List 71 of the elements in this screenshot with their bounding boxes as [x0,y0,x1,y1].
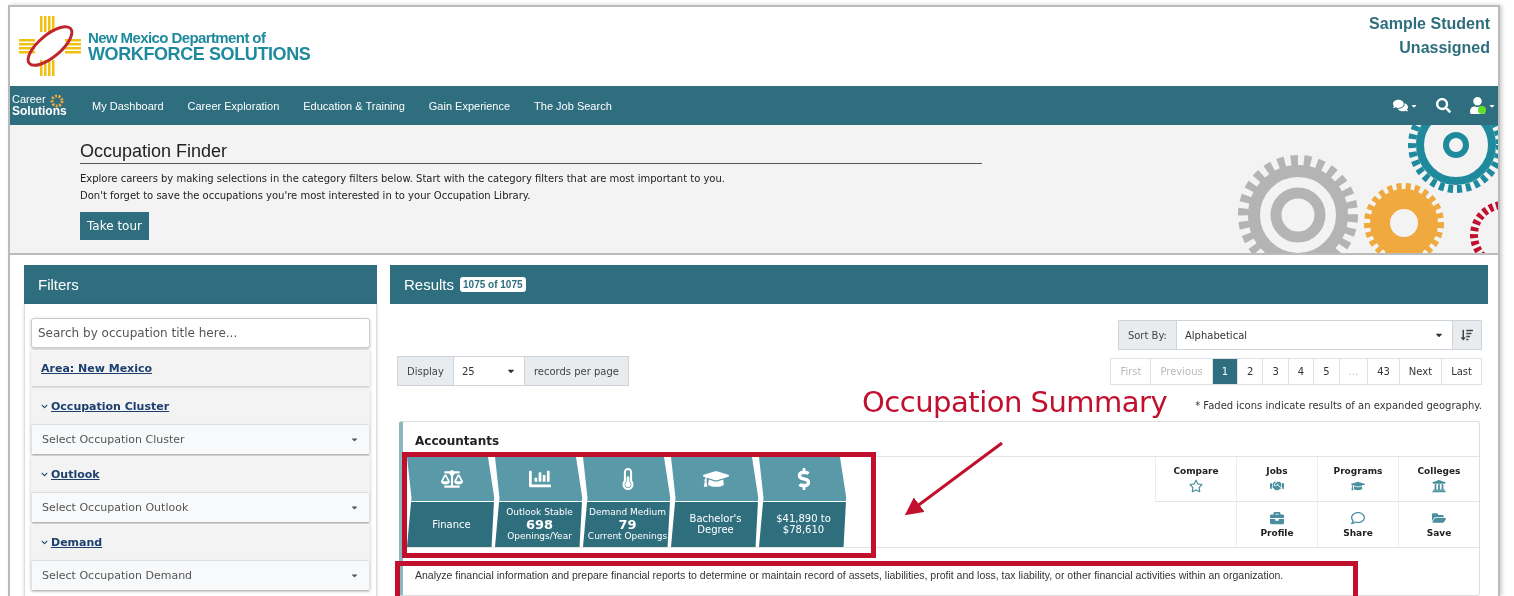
nav-link[interactable]: Education & Training [291,99,417,112]
folder-icon [1432,511,1446,525]
display-label: Display [397,356,454,386]
logo-icon [18,15,82,77]
page-button[interactable]: 3 [1262,357,1289,385]
take-tour-button[interactable]: Take tour [80,212,149,240]
gear-icon [50,94,64,108]
page-button[interactable]: Last [1441,357,1482,385]
star-icon [1189,478,1203,493]
briefcase-icon [1270,511,1284,525]
action-button[interactable]: Colleges [1398,457,1479,502]
filter-select[interactable]: Select Occupation Demand [32,560,369,590]
filter-group-link[interactable]: Occupation Cluster [51,399,170,413]
sort-label: Sort By: [1117,320,1177,350]
results-count: 1075 of 1075 [460,277,526,292]
records-per-page-label: records per page [523,356,629,386]
tile-label: Bachelor's Degree [688,513,743,535]
page-button[interactable]: 2 [1237,357,1264,385]
search-field[interactable]: Search by occupation title here... [31,318,370,348]
intro-text: Don't forget to save the occupations you're most interested in to your Occupation Library. [80,189,532,202]
tile-value: 698 [525,517,554,531]
nav-link[interactable]: My Dashboard [80,99,176,112]
brand-text: Career [12,94,46,105]
filter-select[interactable]: Select Occupation Cluster [32,424,369,454]
filter-group-link[interactable]: Outlook [51,467,100,481]
search-button[interactable] [1436,98,1451,113]
bank-building-icon [1432,478,1446,493]
tile-caption: Demand Medium [589,506,666,518]
occupation-description: Analyze financial information and prepare financial reports to determine or maintain record of assets, liabilities, profit and loss, tax liability, or other financial activities within an organization. [415,569,1284,581]
caret-icon [350,435,359,444]
tile-value: 79 [618,517,637,531]
page-button[interactable]: Next [1398,357,1443,385]
caret-icon [350,503,359,512]
page-title: Occupation Finder [80,141,982,164]
user-menu-button[interactable] [1469,97,1496,114]
sort-order-button[interactable] [1452,320,1482,350]
annotation-label: Occupation Summary [862,385,1168,419]
logo-subtitle: WORKFORCE SOLUTIONS [88,44,311,63]
speech-bubble-icon [1351,511,1365,525]
nav-link[interactable]: The Job Search [522,99,624,112]
filter-select[interactable]: Select Occupation Outlook [32,492,369,522]
scale-icon [440,468,463,490]
results-title: Results [404,276,455,293]
nav-link[interactable]: Career Exploration [175,99,292,112]
tile-label: $41,890 to $78,610 [775,513,832,535]
occupation-title: Accountants [414,433,501,450]
action-button[interactable]: Jobs [1236,457,1317,502]
chat-menu-button[interactable] [1393,98,1418,113]
action-button[interactable]: Compare [1155,457,1236,502]
filter-group-link[interactable]: Demand [51,535,103,549]
nav-link[interactable]: Gain Experience [416,99,523,112]
caret-icon [350,571,359,580]
user-name: Sample Student [1369,15,1490,33]
tile-caption: Current Openings [587,530,668,542]
user-status: Unassigned [1399,39,1490,57]
faded-icons-note: * Faded icons indicate results of an expanded geography. [1195,400,1482,411]
intro-text: Explore careers by making selections in the category filters below. Start with the category filters that are most important to you. [80,172,726,185]
sort-select[interactable]: Alphabetical [1177,320,1452,350]
tile-caption: Openings/Year [507,530,572,542]
tile-caption: Outlook Stable [506,506,573,518]
action-button[interactable]: Programs [1317,457,1398,502]
sort-descending-icon [1461,329,1473,341]
page-size-select[interactable]: 25 [453,356,524,386]
tile-label: Finance [432,518,471,530]
bar-chart-icon [528,468,551,490]
filters-title: Filters [38,276,79,293]
brand-text: Solutions [12,105,67,117]
page-button[interactable]: 5 [1313,357,1340,385]
logo-title: New Mexico Department of [88,29,267,45]
area-link[interactable]: Area: New Mexico [41,361,153,375]
page-button[interactable]: 43 [1367,357,1400,385]
